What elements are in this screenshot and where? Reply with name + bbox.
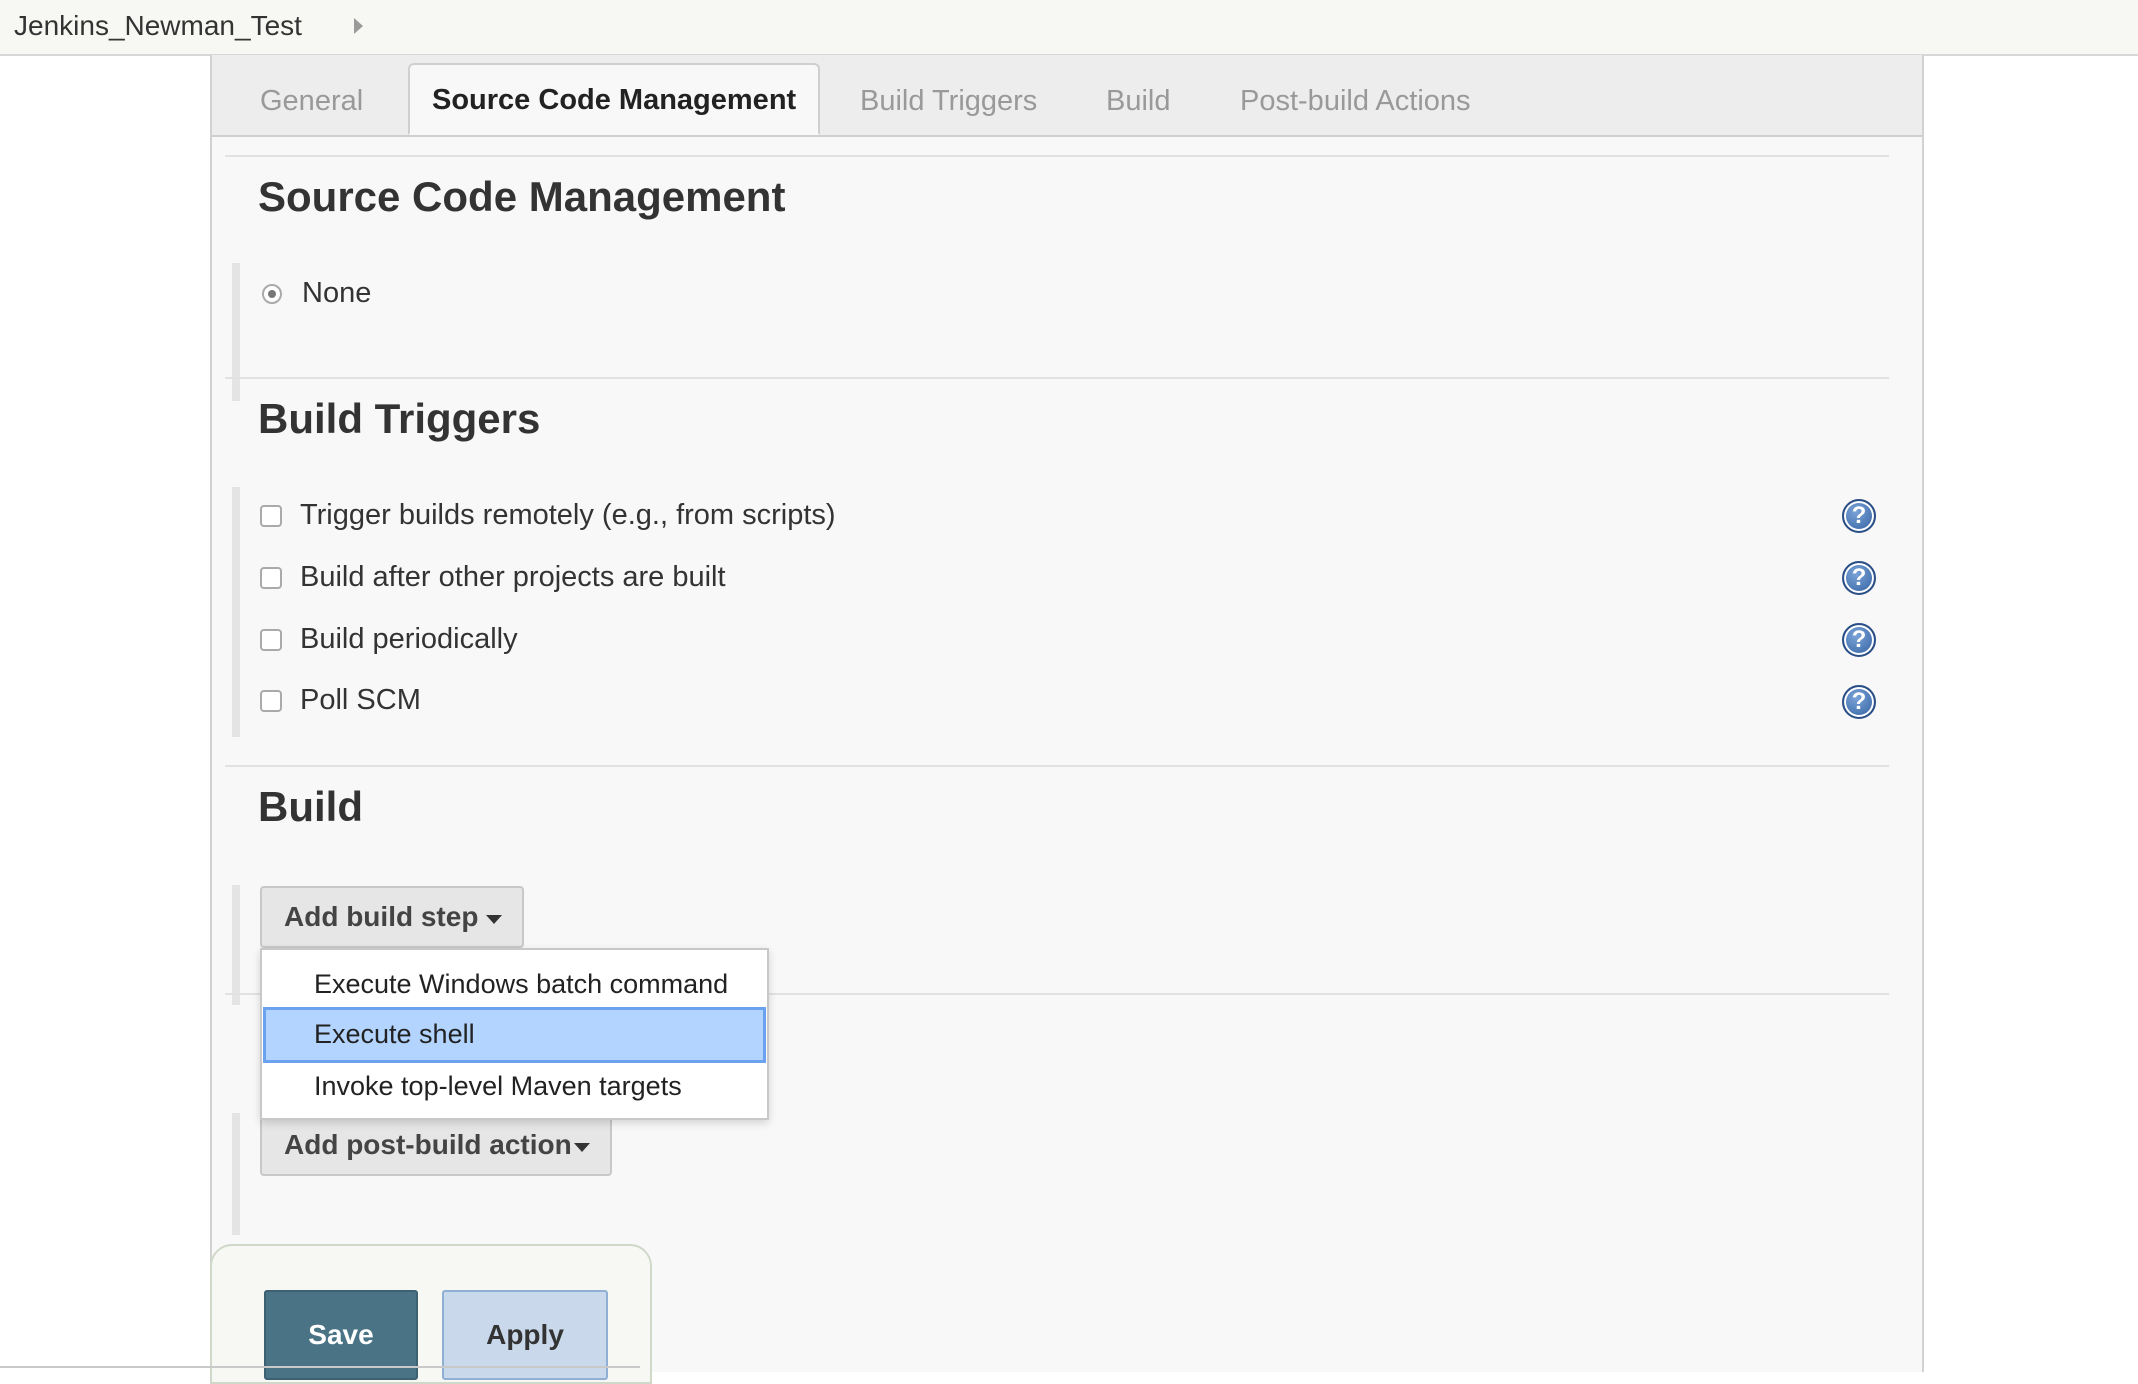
trigger-poll-scm-checkbox[interactable]	[260, 690, 282, 712]
scm-none-radio[interactable]	[262, 284, 282, 304]
help-question-icon[interactable]: ?	[1842, 499, 1876, 533]
trigger-poll-scm-label[interactable]: Poll SCM	[300, 684, 421, 717]
scm-section-title: Source Code Management	[258, 173, 786, 220]
menu-item-execute-shell[interactable]: Execute shell	[263, 1007, 766, 1063]
tab-bar: General Source Code Management Build Tri…	[212, 55, 1922, 137]
tab-source-code-management[interactable]: Source Code Management	[408, 63, 821, 135]
menu-item-windows-batch[interactable]: Execute Windows batch command	[262, 960, 767, 1008]
tab-build-triggers[interactable]: Build Triggers	[860, 85, 1037, 118]
chevron-right-icon[interactable]	[354, 18, 363, 34]
help-question-icon[interactable]: ?	[1842, 561, 1876, 595]
trigger-after-projects-checkbox[interactable]	[260, 567, 282, 589]
build-rail	[232, 885, 240, 1005]
caret-down-icon	[574, 1143, 590, 1152]
section-divider	[225, 155, 1889, 157]
build-triggers-section-title: Build Triggers	[258, 395, 541, 442]
breadcrumb-project[interactable]: Jenkins_Newman_Test	[14, 10, 302, 42]
add-build-step-button[interactable]: Add build step	[260, 886, 524, 948]
build-step-menu: Execute Windows batch command Execute sh…	[260, 948, 769, 1120]
section-divider	[225, 765, 1889, 767]
post-build-rail	[232, 1113, 240, 1235]
trigger-periodically-checkbox[interactable]	[260, 629, 282, 651]
menu-item-maven-targets[interactable]: Invoke top-level Maven targets	[262, 1062, 767, 1110]
trigger-after-projects-label[interactable]: Build after other projects are built	[300, 561, 726, 594]
scm-none-label[interactable]: None	[302, 277, 371, 310]
add-build-step-label: Add build step	[284, 901, 479, 932]
caret-down-icon	[486, 915, 502, 924]
build-section-title: Build	[258, 783, 363, 830]
triggers-rail	[232, 487, 240, 737]
tab-post-build-actions[interactable]: Post-build Actions	[1240, 85, 1471, 118]
section-divider	[225, 377, 1889, 379]
help-question-icon[interactable]: ?	[1842, 685, 1876, 719]
bottom-divider	[0, 1366, 640, 1368]
trigger-periodically-label[interactable]: Build periodically	[300, 623, 518, 656]
trigger-remote-checkbox[interactable]	[260, 505, 282, 527]
help-question-icon[interactable]: ?	[1842, 623, 1876, 657]
breadcrumb-bar: Jenkins_Newman_Test	[0, 0, 2138, 56]
trigger-remote-label[interactable]: Trigger builds remotely (e.g., from scri…	[300, 499, 836, 532]
add-post-build-action-label: Add post-build action	[284, 1129, 572, 1160]
tab-build[interactable]: Build	[1106, 85, 1171, 118]
scm-rail	[232, 263, 240, 401]
add-post-build-action-button[interactable]: Add post-build action	[260, 1114, 612, 1176]
tab-general[interactable]: General	[260, 85, 363, 118]
